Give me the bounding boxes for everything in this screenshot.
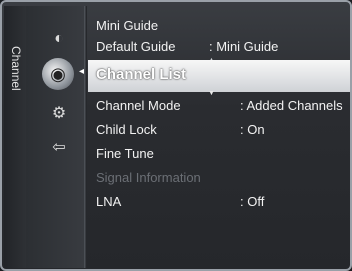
channel-list-label: Channel List xyxy=(96,66,187,83)
menu-item-fine-tune[interactable]: Fine Tune xyxy=(96,144,154,163)
input-icon[interactable]: ⇦ xyxy=(48,136,70,158)
side-tab-label: Channel xyxy=(9,46,23,91)
channel-mode-value: : Added Channels xyxy=(240,98,343,113)
picture-icon[interactable]: ◐ xyxy=(48,28,70,50)
lna-value: : Off xyxy=(240,194,265,209)
channel-menu: Mini Guide Default Guide : Mini Guide ▲ … xyxy=(88,6,350,268)
setup-gear-icon[interactable]: ⚙ xyxy=(48,102,70,124)
tv-menu-window: Channel ◐ ◉ ◀ ⚙ ⇦ Mini Guide Default Gui… xyxy=(0,0,352,271)
menu-item-channel-mode[interactable]: Channel Mode : Added Channels xyxy=(96,96,343,115)
menu-item-channel-list[interactable]: Channel List xyxy=(88,60,350,92)
menu-item-child-lock[interactable]: Child Lock : On xyxy=(96,120,265,139)
category-side-tab[interactable]: Channel xyxy=(4,6,26,268)
column-divider xyxy=(84,6,87,268)
menu-item-mini-guide[interactable]: Mini Guide xyxy=(96,16,158,35)
child-lock-value: : On xyxy=(240,122,265,137)
menu-item-default-guide[interactable]: Default Guide : Mini Guide xyxy=(96,37,278,56)
menu-item-signal-information: Signal Information xyxy=(96,170,201,185)
scroll-down-icon: ▼ xyxy=(208,90,215,97)
menu-item-lna[interactable]: LNA : Off xyxy=(96,192,264,211)
sound-icon[interactable]: ◉ xyxy=(42,58,74,90)
default-guide-value: : Mini Guide xyxy=(209,39,279,54)
